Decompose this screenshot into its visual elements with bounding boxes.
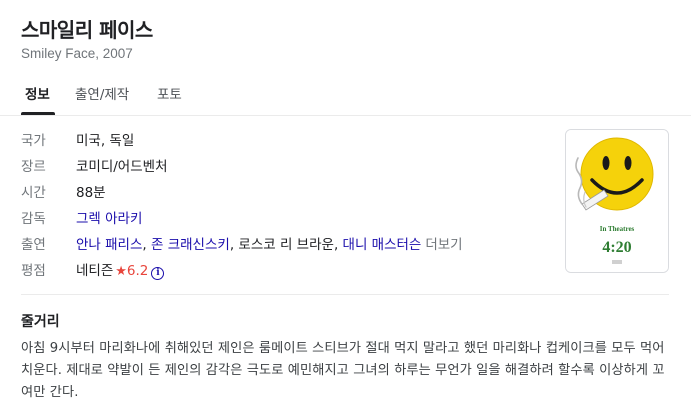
cast-link[interactable]: 존 크래신스키 — [151, 237, 230, 253]
info-icon[interactable]: i — [151, 267, 165, 280]
cast-label: 출연 — [21, 237, 46, 253]
star-icon: ★ — [115, 264, 127, 279]
poster-image: In Theatres 4:20 — [566, 130, 668, 272]
rating-score: 6.2 — [126, 263, 149, 279]
cast-name: 로스코 리 브라운 — [238, 237, 334, 253]
cast-separator: , — [333, 237, 343, 253]
plot-heading: 줄거리 — [21, 314, 60, 330]
poster-tagline-top: In Theatres — [600, 225, 635, 233]
tab-bar: 정보 출연/제작 포토 — [0, 70, 691, 116]
tab-photo[interactable]: 포토 — [157, 83, 182, 103]
page-subtitle: Smiley Face, 2007 — [21, 46, 133, 61]
tab-info[interactable]: 정보 — [25, 83, 50, 103]
cast-value: 안나 패리스, 존 크래신스키, 로스코 리 브라운, 대니 매스터슨 더보기 — [76, 233, 463, 253]
cast-more-link[interactable]: 더보기 — [425, 237, 462, 253]
movie-poster[interactable]: In Theatres 4:20 — [565, 129, 669, 273]
genre-value: 코미디/어드벤처 — [76, 159, 168, 175]
active-tab-indicator — [21, 112, 55, 115]
runtime-value: 88분 — [76, 185, 106, 201]
rating-source: 네티즌 — [76, 263, 114, 279]
runtime-label: 시간 — [21, 185, 46, 201]
director-label: 감독 — [21, 211, 46, 227]
genre-label: 장르 — [21, 159, 46, 175]
director-link[interactable]: 그렉 아라키 — [76, 207, 142, 227]
cast-link[interactable]: 안나 패리스 — [76, 237, 142, 253]
rating-value: 네티즌 ★6.2 i — [76, 259, 165, 280]
cast-separator: , — [142, 237, 151, 253]
country-label: 국가 — [21, 133, 46, 149]
page-title: 스마일리 페이스 — [21, 18, 153, 42]
tab-cast-crew[interactable]: 출연/제작 — [75, 83, 129, 103]
country-value: 미국, 독일 — [76, 133, 135, 149]
rating-label: 평점 — [21, 263, 46, 279]
cast-link[interactable]: 대니 매스터슨 — [343, 237, 422, 253]
section-divider — [21, 294, 669, 295]
poster-tagline-bottom: 4:20 — [602, 239, 631, 256]
plot-text: 아침 9시부터 마리화나에 취해있던 제인은 룸메이트 스티브가 절대 먹지 말… — [21, 341, 665, 400]
